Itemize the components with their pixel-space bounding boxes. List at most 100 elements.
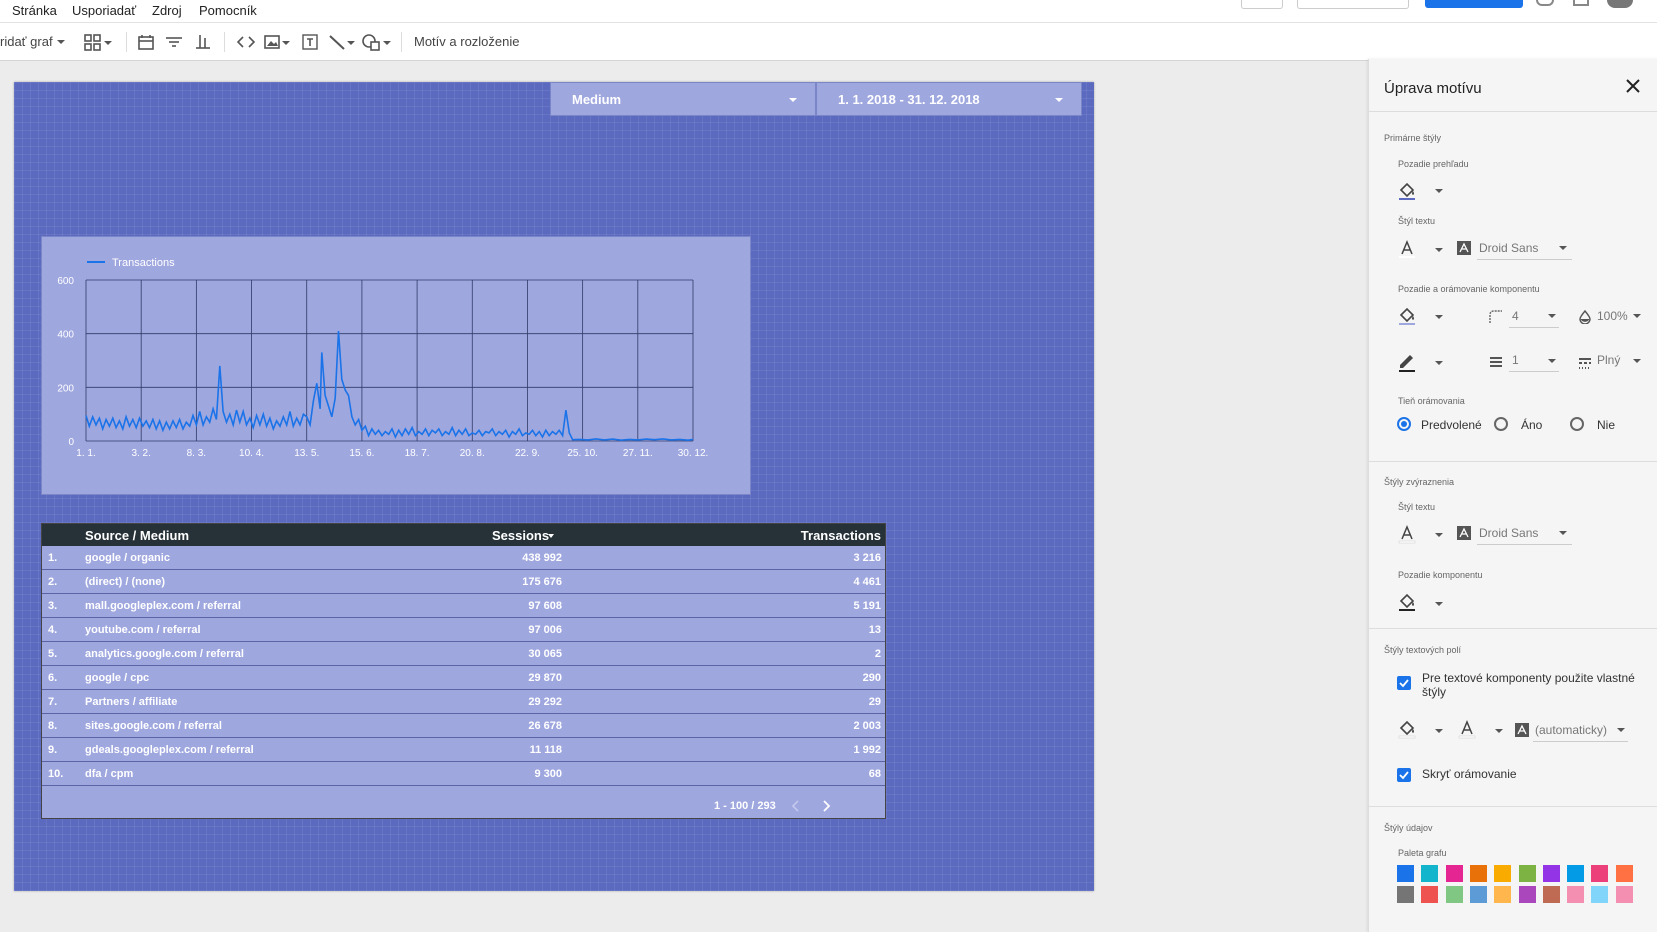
avatar[interactable]	[1607, 0, 1633, 8]
menu-resource[interactable]: Zdroj	[152, 3, 182, 18]
textbox-text-color-icon[interactable]	[1457, 719, 1477, 739]
palette-swatch[interactable]	[1567, 886, 1585, 903]
component-fill-icon[interactable]	[1397, 306, 1417, 326]
chevron-down-icon[interactable]	[1435, 189, 1443, 193]
palette-swatch[interactable]	[1445, 865, 1463, 882]
palette-swatch[interactable]	[1518, 886, 1536, 903]
palette-swatch[interactable]	[1518, 865, 1536, 882]
filter-control-button[interactable]	[165, 23, 183, 60]
palette-swatch[interactable]	[1591, 886, 1609, 903]
menu-arrange[interactable]: Usporiadať	[72, 3, 136, 18]
palette-swatch[interactable]	[1445, 886, 1463, 903]
line-button[interactable]	[328, 23, 356, 60]
text-color-icon[interactable]	[1397, 239, 1417, 259]
palette-swatch[interactable]	[1469, 865, 1487, 882]
radio-shadow-default[interactable]	[1397, 417, 1411, 431]
palette-swatch[interactable]	[1397, 886, 1414, 903]
table-row[interactable]: 5. analytics.google.com / referral 30 065 2	[42, 642, 885, 666]
chevron-down-icon[interactable]	[1548, 359, 1556, 363]
col-header-sessions[interactable]: Sessions	[492, 528, 549, 543]
palette-swatch[interactable]	[1494, 886, 1512, 903]
palette-swatch[interactable]	[1469, 886, 1487, 903]
chevron-down-icon[interactable]	[1435, 729, 1443, 733]
border-color-icon[interactable]	[1397, 351, 1417, 373]
radio-shadow-yes[interactable]	[1494, 417, 1508, 431]
share-button[interactable]	[1425, 0, 1523, 8]
table-row[interactable]: 6. google / cpc 29 870 290	[42, 666, 885, 690]
table-row[interactable]: 3. mall.googleplex.com / referral 97 608 5 …	[42, 594, 885, 618]
chevron-down-icon[interactable]	[1559, 246, 1567, 250]
chevron-down-icon[interactable]	[1435, 315, 1443, 319]
transactions-time-series-chart[interactable]: Transactions 0 200 400 600 1. 1. 3. 2. 8. 3. 1…	[41, 236, 751, 495]
text-button[interactable]	[301, 23, 319, 60]
font-accent-value[interactable]: Droid Sans	[1479, 526, 1538, 540]
chevron-down-icon[interactable]	[1495, 729, 1503, 733]
palette-swatch[interactable]	[1542, 886, 1560, 903]
border-style-value[interactable]: Plný	[1597, 353, 1620, 367]
custom-styles-checkbox[interactable]	[1397, 676, 1411, 690]
table-row[interactable]: 2. (direct) / (none) 175 676 4 461	[42, 570, 885, 594]
chevron-down-icon[interactable]	[1435, 361, 1443, 365]
col-header-transactions[interactable]: Transactions	[801, 528, 881, 543]
fill-color-icon[interactable]	[1397, 181, 1417, 201]
palette-swatch[interactable]	[1421, 865, 1439, 882]
theme-layout-button[interactable]: Motív a rozloženie	[414, 23, 520, 60]
border-radius-value[interactable]: 4	[1512, 309, 1519, 323]
source-medium-table[interactable]: Source / Medium Sessions Transactions 1.…	[41, 523, 886, 819]
accent-text-color-icon[interactable]	[1397, 524, 1417, 544]
table-row[interactable]: 1. google / organic 438 992 3 216	[42, 546, 885, 570]
row-index: 6.	[48, 672, 58, 684]
image-button[interactable]	[264, 23, 290, 60]
palette-swatch[interactable]	[1397, 865, 1414, 882]
palette-swatch[interactable]	[1615, 886, 1633, 903]
apps-icon[interactable]	[1573, 0, 1589, 6]
textbox-fill-icon[interactable]	[1397, 719, 1417, 739]
textbox-font-value[interactable]: (automaticky)	[1535, 723, 1607, 737]
palette-swatch[interactable]	[1542, 865, 1560, 882]
table-row[interactable]: 4. youtube.com / referral 97 006 13	[42, 618, 885, 642]
chevron-down-icon[interactable]	[1633, 314, 1641, 318]
chevron-down-icon[interactable]	[1548, 314, 1556, 318]
palette-swatch[interactable]	[1615, 865, 1633, 882]
chevron-down-icon[interactable]	[1559, 531, 1567, 535]
palette-swatch[interactable]	[1421, 886, 1439, 903]
chevron-down-icon[interactable]	[1435, 533, 1443, 537]
x-tick-label: 10. 4.	[239, 448, 264, 459]
table-row[interactable]: 7. Partners / affiliate 29 292 29	[42, 690, 885, 714]
help-icon[interactable]	[1536, 0, 1554, 6]
chevron-down-icon[interactable]	[1435, 248, 1443, 252]
hide-border-checkbox[interactable]	[1397, 768, 1411, 782]
radio-shadow-no[interactable]	[1570, 417, 1584, 431]
chevron-down-icon[interactable]	[1435, 602, 1443, 606]
opacity-value[interactable]: 100%	[1597, 309, 1628, 323]
add-chart-button[interactable]: ridať graf	[0, 23, 65, 60]
embed-url-button[interactable]	[236, 23, 256, 60]
palette-swatch[interactable]	[1494, 865, 1512, 882]
accent-fill-icon[interactable]	[1397, 592, 1417, 612]
shape-button[interactable]	[362, 23, 392, 60]
chevron-down-icon[interactable]	[1633, 359, 1641, 363]
add-chart-label: ridať graf	[0, 34, 53, 49]
date-range-control[interactable]: 1. 1. 2018 - 31. 12. 2018	[816, 82, 1082, 116]
close-icon[interactable]	[1625, 78, 1641, 94]
menu-page[interactable]: Stránka	[12, 3, 57, 18]
share-toggle-button[interactable]	[1241, 0, 1283, 9]
border-weight-value[interactable]: 1	[1512, 353, 1519, 367]
menu-help[interactable]: Pomocník	[199, 3, 257, 18]
table-row[interactable]: 9. gdeals.googleplex.com / referral 11 118…	[42, 738, 885, 762]
date-range-control-button[interactable]	[137, 23, 155, 60]
table-row[interactable]: 10. dfa / cpm 9 300 68	[42, 762, 885, 786]
col-header-source[interactable]: Source / Medium	[85, 528, 189, 543]
view-mode-button[interactable]	[1297, 0, 1409, 9]
prev-page-icon[interactable]	[790, 799, 802, 813]
palette-swatch[interactable]	[1567, 865, 1585, 882]
add-control-button[interactable]	[84, 23, 112, 60]
data-control-button[interactable]	[194, 23, 212, 60]
next-page-icon[interactable]	[820, 799, 832, 813]
medium-filter-control[interactable]: Medium	[550, 82, 816, 116]
cell-source-medium: google / cpc	[85, 672, 150, 684]
chevron-down-icon[interactable]	[1617, 728, 1625, 732]
palette-swatch[interactable]	[1591, 865, 1609, 882]
table-row[interactable]: 8. sites.google.com / referral 26 678 2 003	[42, 714, 885, 738]
font-primary-value[interactable]: Droid Sans	[1479, 241, 1538, 255]
